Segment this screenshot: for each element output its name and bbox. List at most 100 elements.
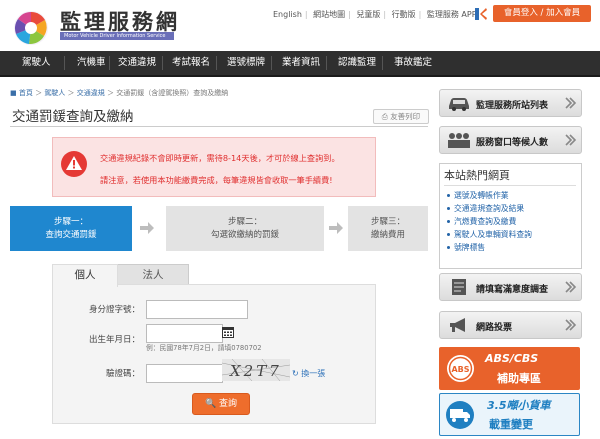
step-3-desc: 繳納費用 [370,229,405,240]
chevron-right-icon [565,319,577,331]
home-icon[interactable]: ■ [10,89,17,97]
form-icon [452,279,466,295]
sidebar-button-label: 監理服務所站列表 [476,101,549,111]
nav-divider [216,56,217,70]
site-subtitle: Motor Vehicle Driver Information Service [60,32,174,40]
divider [10,126,428,127]
truck-icon [446,401,474,429]
tab-corporate[interactable]: 法人 [117,264,189,286]
nav-item-about[interactable]: 認識監理 [338,51,376,75]
breadcrumb-driver[interactable]: 駕駛人 [44,89,65,97]
bullet-icon [447,194,450,197]
hot-link[interactable]: 駕駛人及車輛資料查詢 [454,229,532,240]
breadcrumb-current: 交通罰鍰（含證駕換照）查詢及繳納 [116,89,229,97]
nav-item-violations[interactable]: 交通違規 [118,51,156,75]
birth-date-input[interactable] [146,324,223,343]
notice-line-2: 請注意，若使用本功能繳費完成，每筆違規皆會收取一筆手續費! [100,175,333,185]
refresh-label: 換一張 [301,369,326,378]
step-3: 步驟三： 繳納費用 [348,206,428,251]
abs-banner-title: ABS/CBS [485,352,539,365]
bullet-icon [447,246,450,249]
main-nav: 駕駛人 汽機車 交通違規 考試報名 選號標牌 業者資訊 認識監理 事故鑑定 [0,51,600,77]
sidebar-button-vote[interactable]: 網路投票 [439,311,582,339]
login-button[interactable]: 會員登入 / 加入會員 [493,5,591,22]
dob-hint: 例：民國78年7月2日，請填0780702 [146,344,262,352]
hot-link[interactable]: 選號及轉帳作業 [454,190,509,201]
step-1-desc: 查詢交通罰鍰 [45,229,97,240]
sidebar-button-label: 請填寫滿意度調查 [476,285,549,295]
step-2: 步驟二： 勾選欲繳納的罰鍰 [166,206,324,251]
step-1: 步驟一： 查詢交通罰鍰 [10,206,132,251]
sidebar-button-offices[interactable]: 監理服務所站列表 [439,89,582,117]
captcha-refresh-link[interactable]: ↻ 換一張 [292,368,325,379]
hot-link[interactable]: 號牌標售 [454,242,485,253]
nav-divider [382,56,383,70]
breadcrumb-violations[interactable]: 交通違規 [77,89,105,97]
step-2-title: 步驟二： [227,216,262,227]
search-label: 查詢 [219,399,238,409]
nav-item-business[interactable]: 業者資訊 [282,51,320,75]
id-number-input[interactable] [146,300,248,319]
top-links: English | 網站地圖 | 兒童版 | 行動版 | 監理服務 APP [270,9,480,20]
link-sitemap[interactable]: 網站地圖 [310,10,348,19]
nav-divider [64,56,65,70]
nav-item-exam[interactable]: 考試報名 [172,51,210,75]
link-kids[interactable]: 兒童版 [353,10,383,19]
page-title: 交通罰鍰查詢及繳納 [12,109,134,125]
nav-item-vehicle[interactable]: 汽機車 [77,51,106,75]
dob-label: 出生年月日： [88,335,140,345]
truck-banner-title: 3.5噸小貨車 [487,399,551,412]
link-app[interactable]: 監理服務 APP [424,10,480,19]
divider [444,185,576,186]
calendar-icon[interactable] [222,326,234,338]
hot-pages-title: 本站熱門網頁 [444,169,510,182]
breadcrumb-home[interactable]: 首頁 [19,89,33,97]
search-button[interactable]: 🔍 查詢 [192,393,250,415]
nav-divider [271,56,272,70]
step-2-desc: 勾選欲繳納的罰鍰 [210,229,279,240]
nav-item-accident[interactable]: 事故鑑定 [394,51,432,75]
notice-box [52,137,376,197]
captcha-text: X2T7 [229,362,282,380]
breadcrumb: ■ 首頁 ＞ 駕駛人 ＞ 交通違規 ＞ 交通罰鍰（含證駕換照）查詢及繳納 [10,89,229,97]
captcha-label: 驗證碼： [105,369,140,379]
sidebar-button-survey[interactable]: 請填寫滿意度調查 [439,273,582,301]
abs-banner-subtitle: 補助專區 [497,372,541,385]
site-logo-icon[interactable] [13,10,49,46]
notice-line-1: 交通違規紀錄不會即時更新，需待8-14天後，才可於線上查詢到。 [100,153,340,163]
megaphone-icon [450,318,465,332]
abs-badge-text: ABS [451,365,469,374]
step-3-title: 步驟三： [370,216,405,227]
print-button[interactable]: ⎙ 友善列印 [373,109,429,124]
chevron-right-icon [565,281,577,293]
hot-link[interactable]: 交通違規查詢及結果 [454,203,524,214]
arrow-right-icon [140,222,154,234]
abs-badge-icon: ABS [447,355,474,382]
bullet-icon [447,207,450,210]
truck-banner-subtitle: 載重變更 [489,418,533,431]
step-1-title: 步驟一： [53,216,88,227]
printer-icon: ⎙ [381,112,388,121]
sidebar-button-label: 服務窗口等候人數 [476,138,549,148]
bullet-icon [447,233,450,236]
link-mobile[interactable]: 行動版 [389,10,419,19]
sidebar-button-queue[interactable]: 服務窗口等候人數 [439,126,582,154]
chevron-right-icon [565,97,577,109]
captcha-input[interactable] [146,364,223,383]
bullet-icon [447,220,450,223]
sidebar-button-label: 網路投票 [476,323,513,333]
nav-divider [162,56,163,70]
hot-link[interactable]: 汽燃費查詢及繳費 [454,216,516,227]
nav-item-plates[interactable]: 選號標牌 [227,51,265,75]
kingcode-icon[interactable] [474,7,488,21]
car-icon [449,98,469,111]
arrow-right-icon [329,222,343,234]
nav-item-driver[interactable]: 駕駛人 [22,51,51,75]
link-english[interactable]: English [270,10,305,19]
people-icon [448,133,470,148]
nav-divider [109,56,110,70]
id-label: 身分證字號： [88,305,140,315]
tab-personal[interactable]: 個人 [52,264,118,287]
captcha-image: X2T7 [222,359,290,381]
nav-divider [326,56,327,70]
